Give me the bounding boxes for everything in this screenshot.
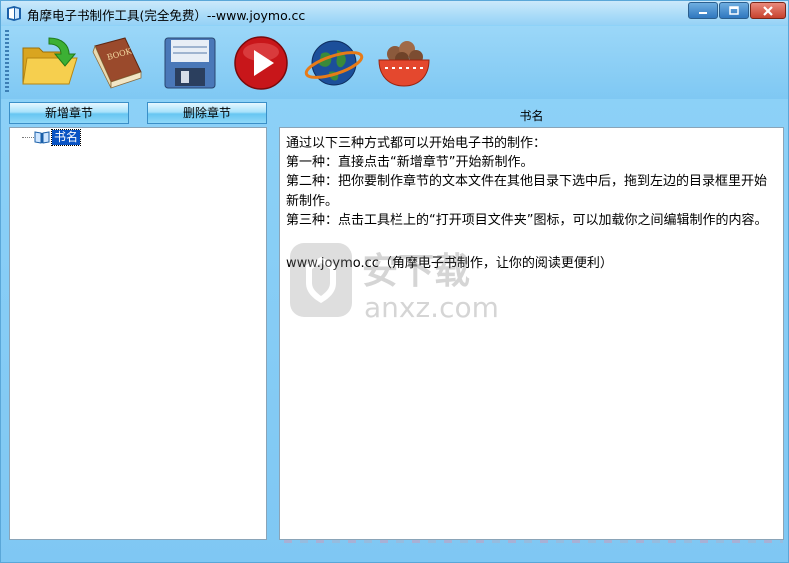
maximize-icon — [729, 5, 739, 15]
open-book-icon — [34, 131, 50, 144]
folder-open-arrow-icon — [22, 37, 78, 85]
content-line: 第三种：点击工具栏上的“打开项目文件夹”图标，可以加载你之间编辑制作的内容。 — [286, 212, 768, 228]
open-project-folder-button[interactable] — [19, 32, 81, 94]
content-line: www.joymo.cc（角摩电子书制作，让你的阅读更便利） — [286, 256, 613, 272]
close-button[interactable] — [750, 2, 786, 19]
play-icon — [234, 36, 288, 90]
minimize-button[interactable] — [688, 2, 718, 19]
floppy-disk-icon — [164, 37, 216, 89]
content-line: 第二种：把你要制作章节的文本文件在其他目录下选中后，拖到左边的目录框里开始新制作… — [286, 174, 768, 209]
generate-button[interactable] — [230, 32, 292, 94]
delete-chapter-button[interactable]: 删除章节 — [147, 102, 267, 124]
content-line: 第一种：直接点击“新增章节”开始新制作。 — [286, 155, 534, 171]
add-chapter-button[interactable]: 新增章节 — [9, 102, 129, 124]
app-window: 角摩电子书制作工具(完全免费）--www.joymo.cc BOOK 新增章节 … — [0, 0, 789, 563]
save-button[interactable] — [159, 32, 221, 94]
close-icon — [763, 5, 773, 16]
tree-root-label[interactable]: 书名 — [50, 128, 82, 146]
about-button[interactable] — [373, 32, 435, 94]
book-icon: BOOK — [92, 37, 142, 89]
toolbar-grip[interactable] — [5, 30, 9, 94]
book-name-label: 书名 — [519, 109, 544, 123]
content-line: 通过以下三种方式都可以开始电子书的制作： — [286, 136, 547, 151]
title-bar[interactable]: 角摩电子书制作工具(完全免费）--www.joymo.cc — [1, 1, 788, 25]
bottom-strip — [284, 540, 783, 543]
minimize-icon — [699, 11, 707, 14]
toolbar: BOOK — [1, 26, 788, 99]
bowl-icon — [378, 41, 430, 87]
chapter-tree[interactable]: 书名 — [9, 127, 267, 540]
tree-root-node[interactable]: 书名 — [34, 128, 82, 146]
book-button[interactable]: BOOK — [85, 32, 147, 94]
window-title: 角摩电子书制作工具(完全免费）--www.joymo.cc — [27, 8, 306, 23]
app-logo-icon — [7, 6, 21, 21]
maximize-button[interactable] — [719, 2, 749, 19]
content-editor[interactable]: 通过以下三种方式都可以开始电子书的制作： 第一种：直接点击“新增章节”开始新制作… — [279, 127, 784, 540]
globe-icon — [304, 40, 364, 86]
website-button[interactable] — [303, 32, 365, 94]
